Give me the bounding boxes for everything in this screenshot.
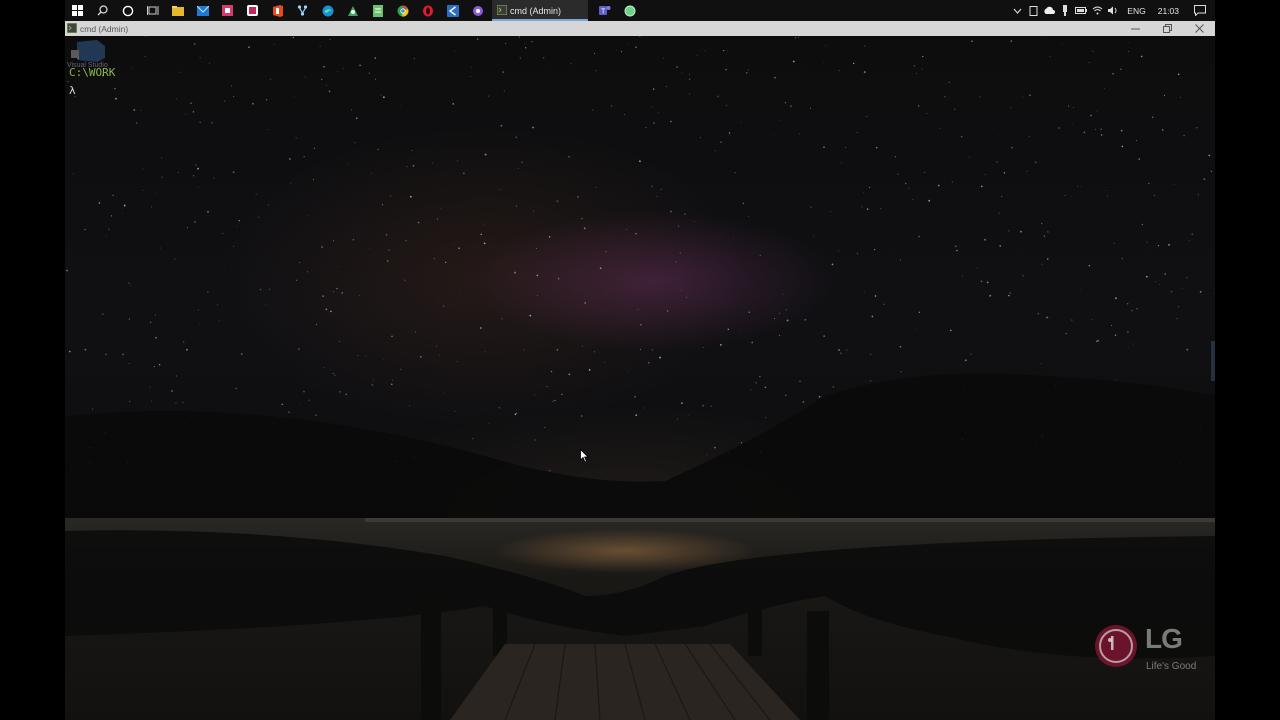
lg-brand-text: LG	[1145, 623, 1183, 654]
windows-start-icon[interactable]	[65, 0, 90, 21]
chevron-up-icon[interactable]	[1009, 0, 1025, 21]
usb-icon[interactable]	[1057, 0, 1073, 21]
vscode-icon[interactable]	[440, 0, 465, 21]
edge-icon[interactable]	[315, 0, 340, 21]
taskbar: cmd (Admin) T ENG 21:03	[65, 0, 1215, 21]
lg-watermark: LG Life's Good	[1093, 623, 1213, 683]
notification-icon[interactable]	[1185, 0, 1215, 21]
app-icon-red[interactable]	[215, 0, 240, 21]
terminal-icon	[66, 22, 78, 35]
notepad-icon[interactable]	[365, 0, 390, 21]
office-icon[interactable]	[265, 0, 290, 21]
clock[interactable]: 21:03	[1152, 6, 1185, 16]
console-background[interactable]: Visual Studio C:\WORK λ LG Life's Good	[65, 36, 1215, 720]
task-view-icon[interactable]	[140, 0, 165, 21]
search-icon[interactable]	[90, 0, 115, 21]
window-controls	[1119, 21, 1215, 36]
language-indicator[interactable]: ENG	[1121, 6, 1151, 16]
wifi-icon[interactable]	[1089, 0, 1105, 21]
terminal-icon	[496, 4, 508, 17]
mouse-pointer-icon	[580, 449, 589, 463]
opera-icon[interactable]	[415, 0, 440, 21]
current-directory: C:\WORK	[69, 66, 116, 79]
visual-studio-icon[interactable]	[465, 0, 490, 21]
scrollbar-thumb[interactable]	[1211, 341, 1215, 381]
app-icon-circle[interactable]	[617, 0, 642, 21]
title-bar[interactable]: cmd (Admin)	[65, 21, 1215, 36]
window-title: cmd (Admin)	[80, 23, 129, 34]
app-icon-green[interactable]	[340, 0, 365, 21]
minimize-button[interactable]	[1119, 21, 1151, 36]
fork-icon[interactable]	[290, 0, 315, 21]
cloud-icon[interactable]	[1041, 0, 1057, 21]
console-output[interactable]: C:\WORK λ	[69, 64, 115, 100]
console-window: cmd (Admin) Visual Studio C:\WORK λ LG L…	[65, 21, 1215, 720]
visual-studio-icon	[71, 40, 105, 62]
lg-logo-icon	[1095, 625, 1137, 667]
teams-icon[interactable]: T	[592, 0, 617, 21]
tablet-icon[interactable]	[1025, 0, 1041, 21]
svg-text:T: T	[601, 9, 606, 16]
landscape	[65, 373, 1215, 720]
taskbar-item-label: cmd (Admin)	[510, 5, 562, 16]
taskbar-item-cmd-admin[interactable]: cmd (Admin)	[492, 0, 588, 21]
restore-button[interactable]	[1151, 21, 1183, 36]
lg-tagline: Life's Good	[1146, 661, 1197, 672]
cortana-icon[interactable]	[115, 0, 140, 21]
prompt-symbol: λ	[69, 84, 76, 97]
close-button[interactable]	[1183, 21, 1215, 36]
battery-icon[interactable]	[1073, 0, 1089, 21]
system-tray: ENG 21:03	[1009, 0, 1215, 21]
volume-icon[interactable]	[1105, 0, 1121, 21]
app-icon-red-2[interactable]	[240, 0, 265, 21]
chrome-icon[interactable]	[390, 0, 415, 21]
file-explorer-icon[interactable]	[165, 0, 190, 21]
mail-icon[interactable]	[190, 0, 215, 21]
